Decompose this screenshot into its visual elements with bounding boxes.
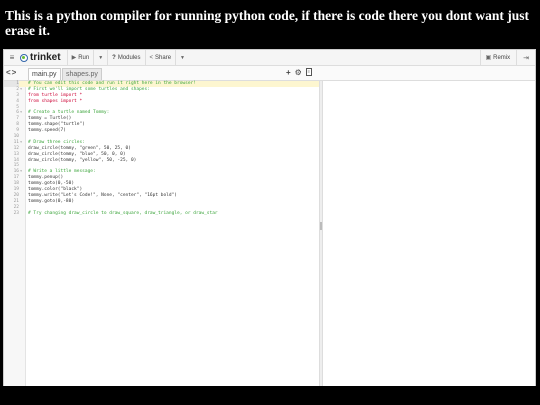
code-toggle-icon[interactable]: <> [6,68,17,77]
file-tabs-bar: <> main.py shapes.py + ⚙ ≡ [4,66,535,81]
code-line[interactable]: 23 # Try changing draw_circle to draw_squ… [4,211,319,217]
chevron-down-icon: ▼ [98,54,104,61]
plus-icon[interactable]: + [286,68,291,77]
tab-main-py[interactable]: main.py [28,68,61,80]
tab-shapes-py[interactable]: shapes.py [62,68,102,80]
toolbar: ≡ trinket ▶ Run ▼ ? Modules < Share ▼ ▣ … [4,50,535,66]
signin-icon: ⇥ [523,54,529,62]
splitter-grip[interactable] [320,222,322,230]
file-actions: + ⚙ ≡ [286,68,312,77]
modules-button[interactable]: ? Modules [107,50,144,65]
line-number: 23 [13,210,19,216]
signin-button[interactable]: ⇥ [516,50,535,65]
share-options-dropdown[interactable]: ▼ [175,50,189,65]
trinket-logo-icon [20,53,28,62]
run-options-dropdown[interactable]: ▼ [93,50,107,65]
trinket-embed: ≡ trinket ▶ Run ▼ ? Modules < Share ▼ ▣ … [3,49,536,386]
share-button[interactable]: < Share [144,50,176,65]
run-button[interactable]: ▶ Run [66,50,94,65]
code-lines[interactable]: 1 # You can edit this code and run it rig… [4,81,319,216]
instruction-banner: This is a python compiler for running py… [5,8,530,38]
output-pane [323,81,535,386]
share-icon: < [149,54,154,61]
remix-icon: ▣ [485,55,492,61]
gear-icon[interactable]: ⚙ [295,68,302,77]
page-icon[interactable]: ≡ [305,68,312,76]
share-label: Share [155,54,172,61]
play-icon: ▶ [71,55,77,61]
run-label: Run [78,54,90,61]
logo-text: trinket [30,52,61,63]
modules-label: Modules [117,54,141,61]
question-icon: ? [112,54,116,61]
chevron-down-icon: ▼ [180,54,185,61]
hamburger-icon[interactable]: ≡ [4,53,20,62]
code-text: # Try changing draw_circle to draw_squar… [28,210,218,216]
remix-button[interactable]: ▣ Remix [480,50,516,65]
remix-label: Remix [493,54,511,61]
code-editor[interactable]: 1 # You can edit this code and run it rig… [4,81,319,386]
trinket-logo[interactable]: trinket [20,52,61,63]
